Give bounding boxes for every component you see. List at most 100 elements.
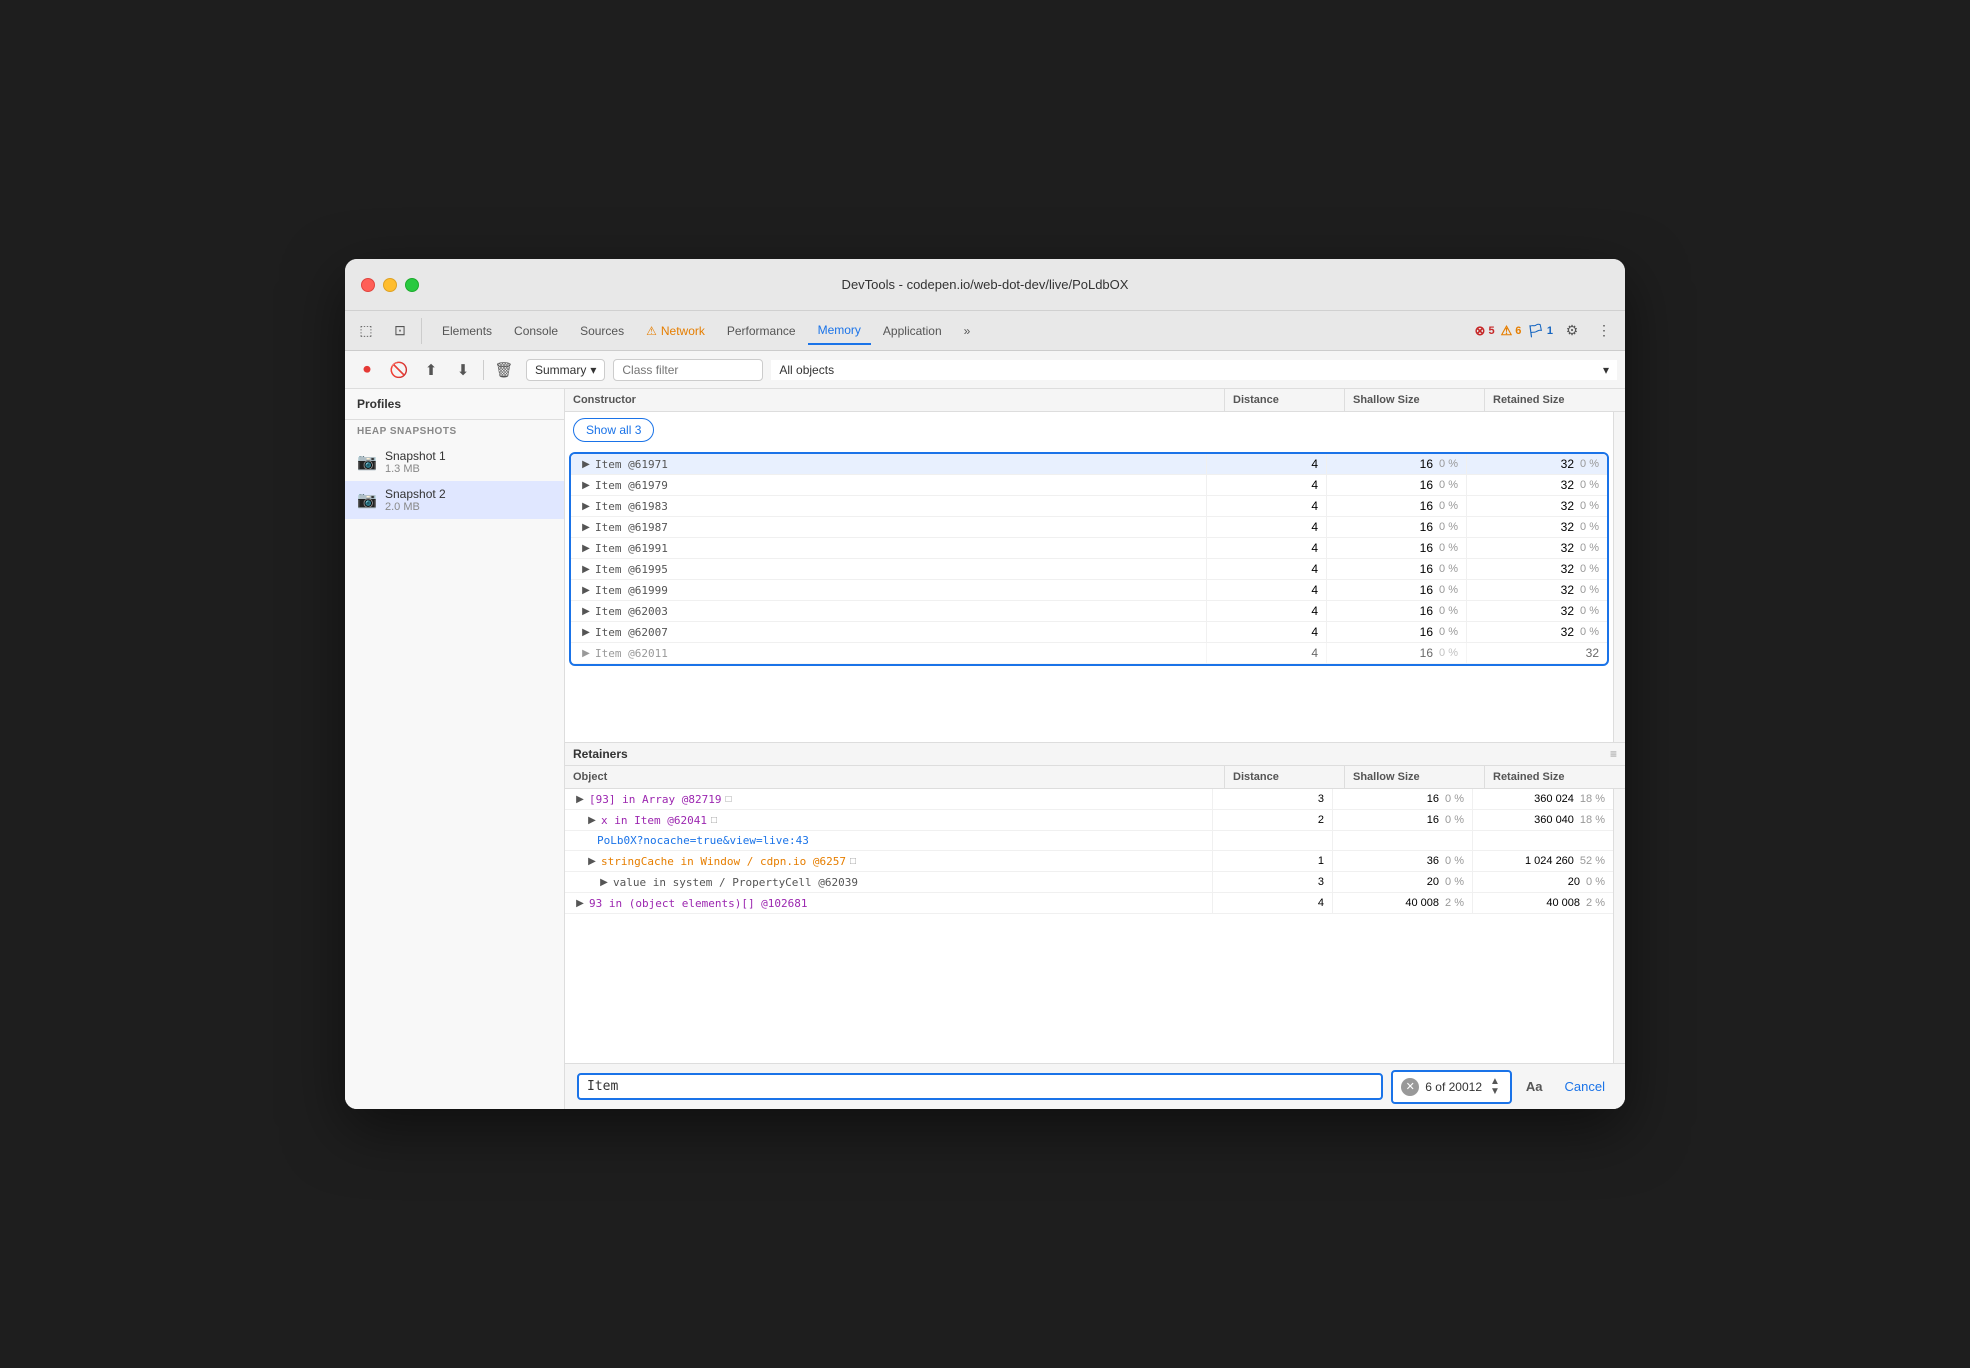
blue-outlined-items: ▶ Item @61971 4 16 0 % 32 0 % ▶ (569, 452, 1609, 666)
inspector-icon-btn[interactable]: ⬚ (353, 318, 379, 344)
warning-count: ⚠ 6 (1501, 323, 1522, 339)
tab-icon-group: ⬚ ⊡ (353, 318, 422, 344)
retained-cell: 32 0 % (1467, 496, 1607, 516)
object-cell: PoLb0X?nocache=true&view=live:43 (565, 831, 1213, 850)
retainers-scrollbar[interactable] (1613, 789, 1625, 1063)
object-col-header: Object (565, 766, 1225, 788)
table-row[interactable]: ▶ Item @61999 4 16 0 % 32 0 % (571, 580, 1607, 601)
table-row[interactable]: ▶ Item @61979 4 16 0 % 32 0 % (571, 475, 1607, 496)
shallow-col-header: Shallow Size (1345, 389, 1485, 411)
search-clear-button[interactable]: ✕ (1401, 1078, 1419, 1096)
list-item[interactable]: ▶ 93 in (object elements)[] @102681 4 40… (565, 893, 1613, 914)
table-row[interactable]: ▶ Item @62003 4 16 0 % 32 0 % (571, 601, 1607, 622)
list-item[interactable]: ▶ [93] in Array @82719 □ 3 16 0 % 360 02… (565, 789, 1613, 810)
search-input[interactable] (587, 1079, 1373, 1094)
traffic-lights (361, 278, 419, 292)
table-row[interactable]: ▶ Item @61991 4 16 0 % 32 0 % (571, 538, 1607, 559)
more-options-btn[interactable]: ⋮ (1591, 318, 1617, 344)
maximize-button[interactable] (405, 278, 419, 292)
distance-col-header: Distance (1225, 389, 1345, 411)
retainers-body: ▶ [93] in Array @82719 □ 3 16 0 % 360 02… (565, 789, 1613, 1063)
chevron-down-icon: ▾ (1603, 363, 1609, 377)
record-btn[interactable]: ⏺ (353, 356, 381, 384)
row-expander-icon: ▶ (573, 896, 587, 910)
match-case-button[interactable]: Aa (1520, 1075, 1549, 1098)
class-filter-input[interactable] (613, 359, 763, 381)
search-prev-button[interactable]: ▲ (1488, 1077, 1502, 1087)
retained-cell: 360 024 18 % (1473, 789, 1613, 809)
distance-cell: 4 (1207, 517, 1327, 537)
table-area: Constructor Distance Shallow Size Retain… (565, 389, 1625, 1109)
search-count: 6 of 20012 (1425, 1080, 1482, 1094)
table-row[interactable]: ▶ Item @61995 4 16 0 % 32 0 % (571, 559, 1607, 580)
row-expander-icon: ▶ (579, 499, 593, 513)
sidebar-item-snapshot1[interactable]: 📷 Snapshot 1 1.3 MB (345, 443, 564, 481)
constructor-scrollbar[interactable] (1613, 412, 1625, 742)
retained-cell: 32 0 % (1467, 538, 1607, 558)
tab-more[interactable]: » (954, 317, 981, 345)
search-next-button[interactable]: ▼ (1488, 1087, 1502, 1097)
object-cell: ▶ value in system / PropertyCell @62039 (565, 872, 1213, 892)
search-nav: ▲ ▼ (1488, 1077, 1502, 1097)
list-item[interactable]: ▶ x in Item @62041 □ 2 16 0 % 360 040 18… (565, 810, 1613, 831)
tab-performance[interactable]: Performance (717, 317, 806, 345)
distance-cell: 4 (1207, 454, 1327, 474)
constructor-col-header: Constructor (565, 389, 1225, 411)
minimize-button[interactable] (383, 278, 397, 292)
sidebar: Profiles HEAP SNAPSHOTS 📷 Snapshot 1 1.3… (345, 389, 565, 1109)
sidebar-profiles-header: Profiles (345, 389, 564, 420)
show-all-button[interactable]: Show all 3 (573, 418, 654, 442)
main-content: Profiles HEAP SNAPSHOTS 📷 Snapshot 1 1.3… (345, 389, 1625, 1109)
tab-elements[interactable]: Elements (432, 317, 502, 345)
source-link[interactable]: PoLb0X?nocache=true&view=live:43 (597, 834, 809, 847)
list-item[interactable]: PoLb0X?nocache=true&view=live:43 (565, 831, 1613, 851)
distance-cell: 4 (1207, 538, 1327, 558)
ret-retained-col-header: Retained Size (1485, 766, 1625, 788)
tab-console[interactable]: Console (504, 317, 568, 345)
sidebar-item-snapshot2[interactable]: 📷 Snapshot 2 2.0 MB (345, 481, 564, 519)
snapshot-icon: 📷 (357, 452, 377, 472)
chevron-down-icon: ▾ (590, 363, 596, 377)
device-icon-btn[interactable]: ⊡ (387, 318, 413, 344)
tab-sources[interactable]: Sources (570, 317, 634, 345)
table-row[interactable]: ▶ Item @61983 4 16 0 % 32 0 % (571, 496, 1607, 517)
sidebar-heap-snapshots-title: HEAP SNAPSHOTS (345, 420, 564, 443)
close-button[interactable] (361, 278, 375, 292)
clear-btn[interactable]: 🚫 (385, 356, 413, 384)
table-row[interactable]: ▶ Item @62011 4 16 0 % 32 (571, 643, 1607, 664)
object-cell: ▶ stringCache in Window / cdpn.io @6257 … (565, 851, 1213, 871)
list-item[interactable]: ▶ stringCache in Window / cdpn.io @6257 … (565, 851, 1613, 872)
tab-application[interactable]: Application (873, 317, 952, 345)
summary-dropdown[interactable]: Summary ▾ (526, 359, 605, 381)
constructor-inner: Show all 3 ▶ Item @61971 4 16 0 % 32 0 (565, 412, 1625, 742)
search-cancel-button[interactable]: Cancel (1557, 1075, 1613, 1098)
table-row[interactable]: ▶ Item @61987 4 16 0 % 32 0 % (571, 517, 1607, 538)
distance-cell: 4 (1207, 643, 1327, 663)
table-row[interactable]: ▶ Item @62007 4 16 0 % 32 0 % (571, 622, 1607, 643)
all-objects-dropdown[interactable]: All objects ▾ (771, 360, 1617, 380)
tab-network[interactable]: ⚠ Network (636, 317, 715, 345)
window-title: DevTools - codepen.io/web-dot-dev/live/P… (842, 277, 1129, 292)
shallow-cell: 16 0 % (1327, 475, 1467, 495)
shallow-cell: 16 0 % (1333, 810, 1473, 830)
row-expander-icon: ▶ (579, 520, 593, 534)
distance-cell: 4 (1213, 893, 1333, 913)
download-btn[interactable]: ⬇ (449, 356, 477, 384)
constructor-cell: ▶ Item @61987 (571, 517, 1207, 537)
retained-cell: 32 0 % (1467, 580, 1607, 600)
tab-memory[interactable]: Memory (808, 317, 871, 345)
upload-btn[interactable]: ⬆ (417, 356, 445, 384)
shallow-cell: 16 0 % (1327, 580, 1467, 600)
settings-icon-btn[interactable]: ⚙ (1559, 318, 1585, 344)
row-expander-icon: ▶ (579, 604, 593, 618)
delete-btn[interactable]: 🗑 (490, 356, 518, 384)
ret-shallow-col-header: Shallow Size (1345, 766, 1485, 788)
search-input-wrapper (577, 1073, 1383, 1100)
list-item[interactable]: ▶ value in system / PropertyCell @62039 … (565, 872, 1613, 893)
ret-distance-col-header: Distance (1225, 766, 1345, 788)
table-row[interactable]: ▶ Item @61971 4 16 0 % 32 0 % (571, 454, 1607, 475)
info-count: 🏳 1 (1527, 323, 1553, 339)
retainers-table-header: Object Distance Shallow Size Retained Si… (565, 766, 1625, 789)
distance-cell: 2 (1213, 810, 1333, 830)
shallow-cell: 16 0 % (1327, 559, 1467, 579)
